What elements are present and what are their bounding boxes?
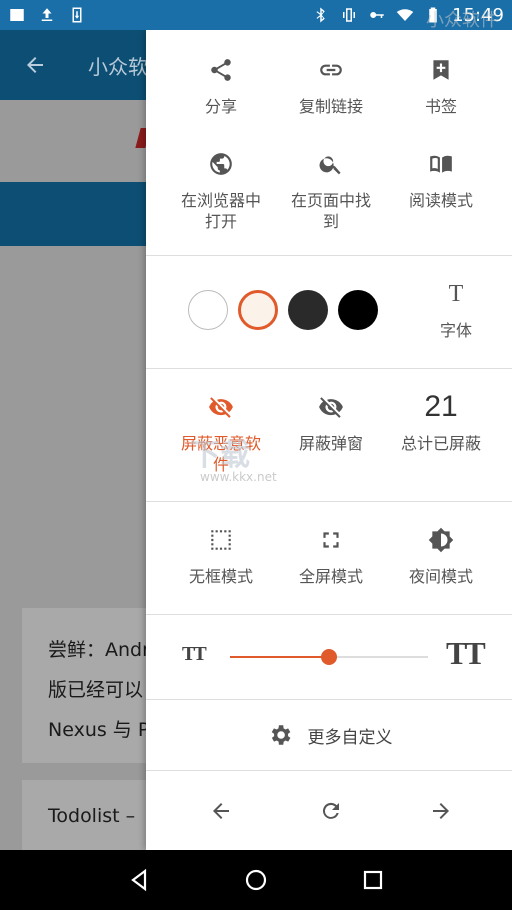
night-mode-icon [427,526,455,554]
copy-link-label: 复制链接 [298,97,363,116]
article-line: Todolist – [48,805,136,827]
page-navigation [146,771,512,850]
block-malware-label: 屏蔽恶意软件 [181,434,262,474]
image-icon [8,6,26,24]
share-button[interactable]: 分享 [166,56,276,117]
wifi-icon [396,6,414,24]
reload-button[interactable] [276,799,386,823]
bookmark-button[interactable]: 书签 [386,56,496,117]
block-malware-button[interactable]: 屏蔽恶意软件 [166,393,276,475]
font-icon: T [448,280,464,307]
fullscreen-mode-button[interactable]: 全屏模式 [276,526,386,587]
system-recents-button[interactable] [353,860,393,900]
eye-off-icon [317,393,345,421]
theme-black-swatch[interactable] [338,290,378,330]
key-icon [368,6,386,24]
forward-button[interactable] [386,799,496,823]
search-icon [317,150,345,178]
more-settings-button[interactable]: 更多自定义 [146,700,512,771]
system-nav-bar [0,850,512,910]
bookmark-label: 书签 [424,97,457,116]
text-size-slider-thumb[interactable] [321,649,337,665]
globe-icon [207,150,235,178]
system-home-button[interactable] [236,860,276,900]
theme-dark-swatch[interactable] [288,290,328,330]
download-icon [68,6,86,24]
theme-section: T 字体 [146,256,512,369]
eye-off-icon [207,393,235,421]
block-popups-button[interactable]: 屏蔽弹窗 [276,393,386,475]
bookmark-icon [427,56,455,84]
system-back-button[interactable] [119,860,159,900]
text-size-slider[interactable] [230,649,428,665]
status-bar: 15:49 [0,0,512,30]
frameless-icon [207,526,235,554]
overflow-menu: 分享 复制链接 书签 在浏览器中打开 在页面中找到 阅读模式 T 字体 屏蔽恶意… [146,30,512,850]
theme-white-swatch[interactable] [188,290,228,330]
back-arrow-icon[interactable] [0,30,70,100]
blocked-count-number: 21 [424,390,458,423]
night-mode-label: 夜间模式 [408,567,473,586]
status-time: 15:49 [452,4,504,26]
reader-mode-label: 阅读模式 [408,191,473,210]
font-label: 字体 [439,321,472,340]
modes-section: 无框模式 全屏模式 夜间模式 [146,502,512,615]
arrow-left-icon [213,802,229,819]
find-in-page-label: 在页面中找到 [291,191,372,231]
text-size-large-icon: TT [446,635,486,671]
share-label: 分享 [204,97,237,116]
battery-icon [424,6,442,24]
share-icon [207,56,235,84]
screen: 15:49 小众软 尝鲜：Andr 版已经可以 Nexus 与 P Todoli… [0,0,512,910]
fullscreen-icon [317,526,345,554]
blocked-count-label: 总计已屏蔽 [401,434,482,453]
book-icon [427,150,455,178]
open-in-browser-label: 在浏览器中打开 [181,191,262,231]
reader-mode-button[interactable]: 阅读模式 [386,150,496,232]
arrow-right-icon [433,802,449,819]
vibrate-icon [340,6,358,24]
copy-link-button[interactable]: 复制链接 [276,56,386,117]
back-button[interactable] [166,799,276,823]
text-size-small-icon: TT [182,643,207,665]
blocked-count: 21 总计已屏蔽 [386,390,496,475]
bluetooth-icon [312,6,330,24]
font-button[interactable]: T 字体 [401,280,511,341]
link-icon [317,56,345,84]
find-in-page-button[interactable]: 在页面中找到 [276,150,386,232]
open-in-browser-button[interactable]: 在浏览器中打开 [166,150,276,232]
text-size-section: TT TT [146,615,512,700]
frameless-mode-label: 无框模式 [188,567,253,586]
block-popups-label: 屏蔽弹窗 [298,434,363,453]
blocking-section: 屏蔽恶意软件 屏蔽弹窗 21 总计已屏蔽 [146,369,512,502]
more-settings-label: 更多自定义 [307,727,393,748]
frameless-mode-button[interactable]: 无框模式 [166,526,276,587]
theme-sepia-swatch[interactable] [238,290,278,330]
text-size-slider-fill [230,656,329,658]
refresh-icon [322,802,339,819]
background-title: 小众软 [88,54,148,79]
gear-icon [266,721,294,749]
share-section: 分享 复制链接 书签 在浏览器中打开 在页面中找到 阅读模式 [146,30,512,256]
upload-icon [38,6,56,24]
fullscreen-mode-label: 全屏模式 [298,567,363,586]
night-mode-button[interactable]: 夜间模式 [386,526,496,587]
